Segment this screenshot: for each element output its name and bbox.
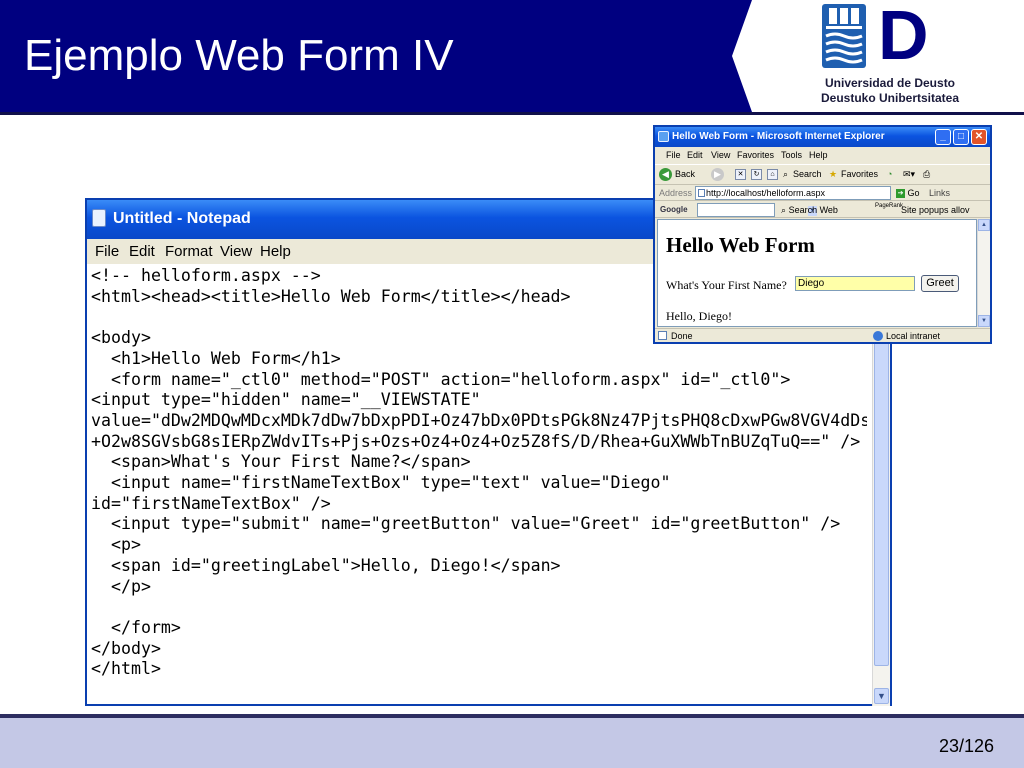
ie-title: Hello Web Form - Microsoft Internet Expl… <box>672 131 885 142</box>
pagerank-indicator[interactable]: PageRank <box>875 203 903 209</box>
slide-footer: 23/126 <box>0 714 1024 768</box>
close-button[interactable]: ✕ <box>971 129 987 145</box>
maximize-button[interactable]: □ <box>953 129 969 145</box>
slide-header: Ejemplo Web Form IV D Universidad de Deu… <box>0 0 1024 115</box>
go-button[interactable]: ➔ Go <box>896 188 920 199</box>
ie-menu-help[interactable]: Help <box>809 150 828 160</box>
notepad-title: Untitled - Notepad <box>113 210 251 227</box>
greeting-label: Hello, Diego! <box>666 309 732 323</box>
refresh-icon[interactable]: ↻ <box>751 169 762 180</box>
security-zone: Local intranet <box>886 331 941 341</box>
page-number: 23/126 <box>938 736 994 756</box>
mail-icon[interactable]: ✉▾ <box>903 169 915 180</box>
header-divider <box>0 112 1024 115</box>
favorites-button[interactable]: Favorites <box>841 169 878 179</box>
google-logo[interactable]: Google <box>660 205 688 214</box>
address-url: http://localhost/helloform.aspx <box>706 188 826 198</box>
google-toolbar: Google ▼ ⌕ Search Web PageRank Site popu… <box>655 202 990 218</box>
notepad-menu-view[interactable]: View <box>220 243 252 260</box>
history-icon[interactable]: ◔ <box>887 169 892 179</box>
first-name-input[interactable]: Diego <box>795 276 915 291</box>
go-arrow-icon: ➔ <box>896 189 905 199</box>
scroll-up-icon[interactable]: ▲ <box>978 219 990 231</box>
university-logo: D Universidad de Deusto Deustuko Unibert… <box>790 0 990 110</box>
address-label: Address <box>659 188 693 198</box>
ie-status-bar: Done Local intranet <box>655 328 990 342</box>
ie-titlebar[interactable]: Hello Web Form - Microsoft Internet Expl… <box>655 127 990 147</box>
ie-menu-file[interactable]: File <box>666 150 681 160</box>
ie-page-content: Hello Web Form What's Your First Name? D… <box>657 219 977 327</box>
first-name-label: What's Your First Name? <box>666 278 787 292</box>
ie-menubar: File Edit View Favorites Tools Help <box>655 148 990 162</box>
notepad-scroll-down-icon[interactable]: ▼ <box>874 688 889 704</box>
print-icon[interactable]: ⎙ <box>923 169 930 180</box>
search-web-icon: ⌕ <box>781 205 787 215</box>
home-icon[interactable]: ⌂ <box>767 169 778 180</box>
notepad-icon <box>92 209 106 227</box>
page-icon <box>698 189 705 197</box>
search-web-button[interactable]: ⌕ Search Web <box>781 205 838 216</box>
ie-menu-tools[interactable]: Tools <box>781 150 802 160</box>
back-button[interactable]: Back <box>675 169 695 179</box>
status-text: Done <box>671 331 693 341</box>
stop-icon[interactable]: ✕ <box>735 169 746 180</box>
ie-vertical-scrollbar[interactable]: ▲ ▼ <box>977 219 990 327</box>
ie-menu-favorites[interactable]: Favorites <box>737 150 774 160</box>
notepad-menu-help[interactable]: Help <box>260 243 291 260</box>
ie-window[interactable]: Hello Web Form - Microsoft Internet Expl… <box>653 125 992 344</box>
search-web-label: Search Web <box>788 205 838 215</box>
notepad-menu-edit[interactable]: Edit <box>129 243 155 260</box>
ie-window-icon <box>658 131 669 142</box>
library-emblem-icon <box>822 4 866 68</box>
intranet-zone-icon <box>873 331 883 341</box>
ie-menu-view[interactable]: View <box>711 150 730 160</box>
status-page-icon <box>658 331 667 340</box>
logo-letter: D <box>878 0 929 74</box>
greet-button[interactable]: Greet <box>921 275 959 292</box>
forward-arrow-icon[interactable]: ▶ <box>711 168 724 181</box>
notepad-menu-format[interactable]: Format <box>165 243 213 260</box>
search-icon[interactable]: ⌕ <box>783 169 788 180</box>
links-button[interactable]: Links <box>929 188 950 198</box>
page-heading: Hello Web Form <box>666 233 815 257</box>
google-search-input[interactable]: ▼ <box>697 203 817 217</box>
minimize-button[interactable]: _ <box>935 129 951 145</box>
search-button[interactable]: Search <box>793 169 822 179</box>
ie-address-bar: Address http://localhost/helloform.aspx … <box>655 185 990 201</box>
scroll-down-icon[interactable]: ▼ <box>978 315 990 327</box>
university-name: Universidad de Deusto <box>824 76 956 90</box>
ie-toolbar: ◀ Back ▶ ✕ ↻ ⌂ ⌕ Search ★ Favorites ◔ ✉▾… <box>655 164 990 185</box>
university-name-basque: Deustuko Unibertsitatea <box>820 91 960 105</box>
go-label: Go <box>907 188 920 198</box>
back-arrow-icon[interactable]: ◀ <box>659 168 672 181</box>
favorites-star-icon[interactable]: ★ <box>829 169 837 180</box>
ie-menu-edit[interactable]: Edit <box>687 150 703 160</box>
popup-blocker-button[interactable]: Site popups allov <box>901 205 970 215</box>
notepad-menu-file[interactable]: File <box>95 243 119 260</box>
slide-title: Ejemplo Web Form IV <box>24 31 454 80</box>
address-input[interactable]: http://localhost/helloform.aspx ▼ <box>695 186 891 200</box>
